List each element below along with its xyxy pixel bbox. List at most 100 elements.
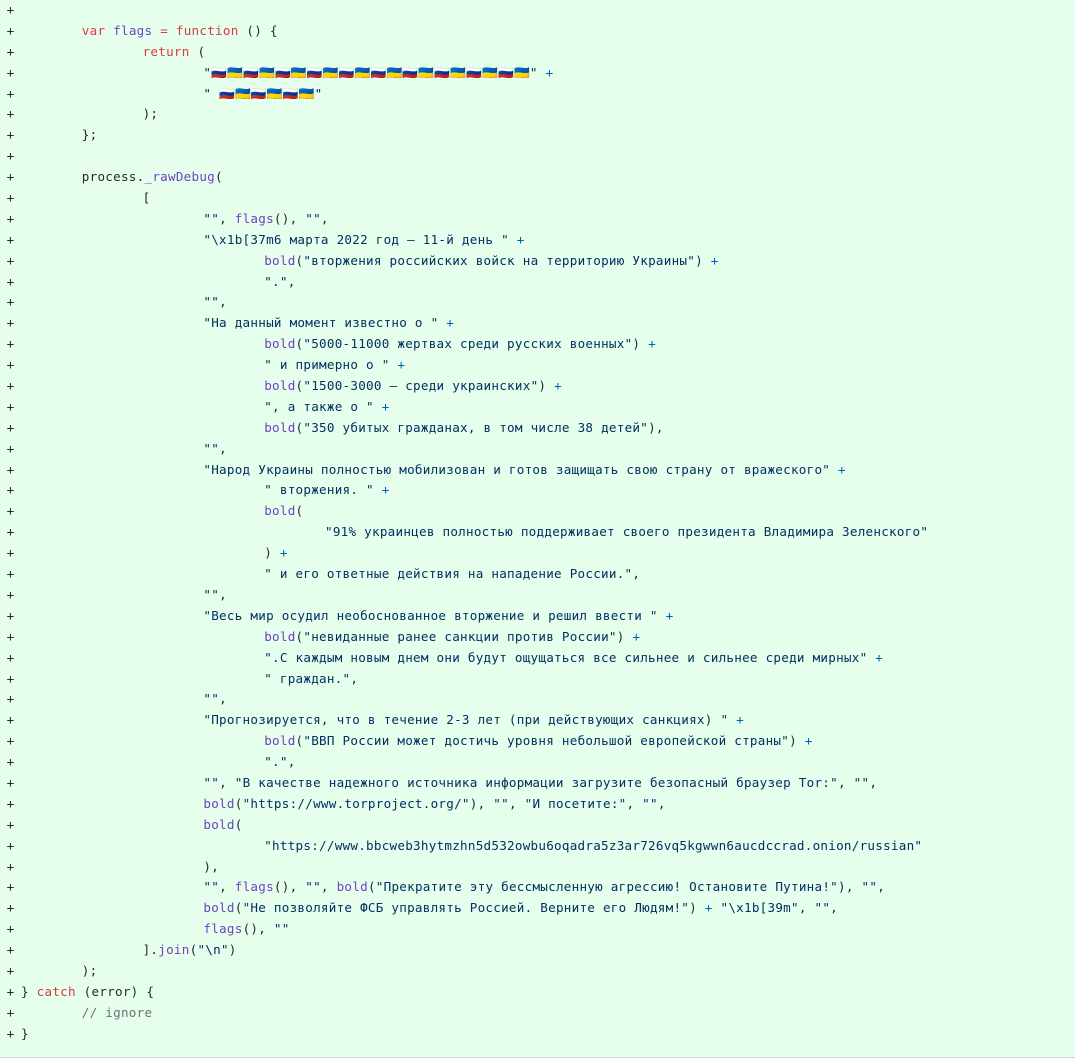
diff-addition-marker: + <box>6 754 15 770</box>
diff-line-code: bold("350 убитых гражданах, в том числе … <box>21 418 664 439</box>
diff-line-code: bold("https://www.torproject.org/"), "",… <box>21 794 666 815</box>
concat-operator-token: + <box>516 231 525 247</box>
string-token: "" <box>861 879 878 895</box>
string-token: "Не позволяйте ФСБ управлять Россией. Ве… <box>242 900 690 916</box>
diff-addition-marker: + <box>6 357 15 373</box>
string-token: " <box>314 85 323 101</box>
flag-sequence: 🇷🇺🇺🇦🇷🇺🇺🇦🇷🇺🇺🇦 <box>219 85 315 101</box>
diff-addition-marker: + <box>6 440 15 456</box>
punctuation-token: , <box>219 440 227 456</box>
punctuation-token: ); <box>142 106 159 122</box>
punctuation-token: , <box>219 774 235 790</box>
diff-addition-marker: + <box>6 64 15 80</box>
punctuation-token: } <box>21 1025 29 1041</box>
diff-line: + " 🇷🇺🇺🇦🇷🇺🇺🇦🇷🇺🇺🇦" <box>0 84 1075 105</box>
diff-line: + "", <box>0 585 1075 606</box>
diff-line-code: "На данный момент известно о " + <box>21 313 454 334</box>
diff-line-code: " и его ответные действия на нападение Р… <box>21 564 640 585</box>
string-token: "https://www.bbcweb3hytmzhn5d532owbu6oqa… <box>264 837 923 853</box>
punctuation-token: (error) { <box>75 983 155 999</box>
concat-operator-token: + <box>804 733 813 749</box>
punctuation-token: ( <box>234 900 243 916</box>
punctuation-token: , <box>219 586 227 602</box>
string-token: "." <box>264 754 288 770</box>
diff-line: + <box>0 146 1075 167</box>
diff-line-code: "", flags(), "", <box>21 209 329 230</box>
diff-line: + "", flags(), "", <box>0 209 1075 230</box>
punctuation-token: , <box>219 879 235 895</box>
diff-addition-marker: + <box>6 482 15 498</box>
diff-addition-marker: + <box>6 503 15 519</box>
diff-line: +); <box>0 961 1075 982</box>
diff-addition-marker: + <box>6 294 15 310</box>
diff-addition-marker: + <box>6 190 15 206</box>
punctuation-token: process. <box>81 169 145 185</box>
diff-addition-marker: + <box>6 983 15 999</box>
string-token: "" <box>305 879 321 895</box>
diff-addition-marker: + <box>6 43 15 59</box>
string-token: "." <box>264 273 288 289</box>
string-token: "1500-3000 — среди украинских" <box>303 378 539 394</box>
diff-line-code: ", а также о " + <box>21 397 390 418</box>
diff-line: + bold("ВВП России может достичь уровня н… <box>0 731 1075 752</box>
concat-operator-token: + <box>545 64 554 80</box>
punctuation-token: , <box>508 795 525 811</box>
diff-addition-marker: + <box>6 921 15 937</box>
diff-addition-marker: + <box>6 419 15 435</box>
function-token: bold <box>264 419 296 435</box>
string-token: "И посетите:" <box>524 795 627 811</box>
diff-line: + bold("Не позволяйте ФСБ управлять Росси… <box>0 898 1075 919</box>
string-token: "" <box>203 691 220 707</box>
diff-line: +].join("\n") <box>0 940 1075 961</box>
string-token: "На данный момент известно о " <box>203 315 439 331</box>
punctuation-token <box>703 253 711 268</box>
punctuation-token: ( <box>189 43 206 59</box>
punctuation-token <box>509 232 517 247</box>
diff-addition-marker: + <box>6 545 15 561</box>
string-token: " <box>529 64 538 80</box>
comment-token: // ignore <box>81 1004 153 1020</box>
diff-line: + " и примерно о " + <box>0 355 1075 376</box>
diff-line: +} catch (error) { <box>0 982 1075 1003</box>
diff-addition-marker: + <box>6 858 15 874</box>
diff-line-code: "", "В качестве надежного источника инфо… <box>21 773 877 794</box>
string-token: "https://www.torproject.org/" <box>242 795 470 811</box>
diff-addition-marker: + <box>6 942 15 958</box>
diff-line: + flags(), "" <box>0 919 1075 940</box>
diff-line-code: bold( <box>21 501 303 522</box>
string-token: "\n" <box>197 942 229 958</box>
string-token: " вторжения. " <box>264 482 374 498</box>
concat-operator-token: + <box>632 628 641 644</box>
diff-line: + ".С каждым новым днем они будут ощущать… <box>0 648 1075 669</box>
diff-line-code: bold("1500-3000 — среди украинских") + <box>21 376 562 397</box>
function-token: bold <box>264 336 296 352</box>
punctuation-token: ) <box>264 545 273 561</box>
diff-addition-marker: + <box>6 670 15 686</box>
concat-operator-token: + <box>446 315 455 331</box>
string-token: "вторжения российских войск на территори… <box>303 252 696 268</box>
string-token: " и его ответные действия на нападение Р… <box>264 566 633 582</box>
string-token: "\x1b[37m6 марта 2022 год — 11-й день " <box>203 231 509 247</box>
diff-addition-marker: + <box>6 273 15 289</box>
diff-addition-marker: + <box>6 712 15 728</box>
diff-addition-marker: + <box>6 336 15 352</box>
diff-line: + // ignore <box>0 1003 1075 1024</box>
string-token: "В качестве надежного источника информац… <box>234 774 838 790</box>
string-token: "" <box>493 795 509 811</box>
diff-line-code: "", <box>21 292 227 313</box>
punctuation-token: ); <box>81 962 98 978</box>
string-token: " <box>203 85 220 101</box>
diff-line: +}; <box>0 125 1075 146</box>
diff-line-code: "", <box>21 689 227 710</box>
code-diff-view[interactable]: + + var flags = function () {+ return (+ "🇷🇺… <box>0 0 1075 1058</box>
function-token: bold <box>264 252 296 268</box>
punctuation-token: ) <box>695 252 703 268</box>
diff-line-code: ".", <box>21 752 296 773</box>
string-token: " и примерно о " <box>264 357 390 373</box>
punctuation-token: ), <box>203 858 220 874</box>
string-token: "" <box>853 774 870 790</box>
diff-line-code: } <box>21 1024 29 1045</box>
string-token: "Народ Украины полностью мобилизован и г… <box>203 461 831 477</box>
flag-sequence: 🇷🇺🇺🇦🇷🇺🇺🇦🇷🇺🇺🇦🇷🇺🇺🇦🇷🇺🇺🇦🇷🇺🇺🇦🇷🇺🇺🇦🇷🇺🇺🇦🇷🇺🇺🇦🇷🇺🇺🇦 <box>211 64 530 80</box>
diff-addition-marker: + <box>6 649 15 665</box>
